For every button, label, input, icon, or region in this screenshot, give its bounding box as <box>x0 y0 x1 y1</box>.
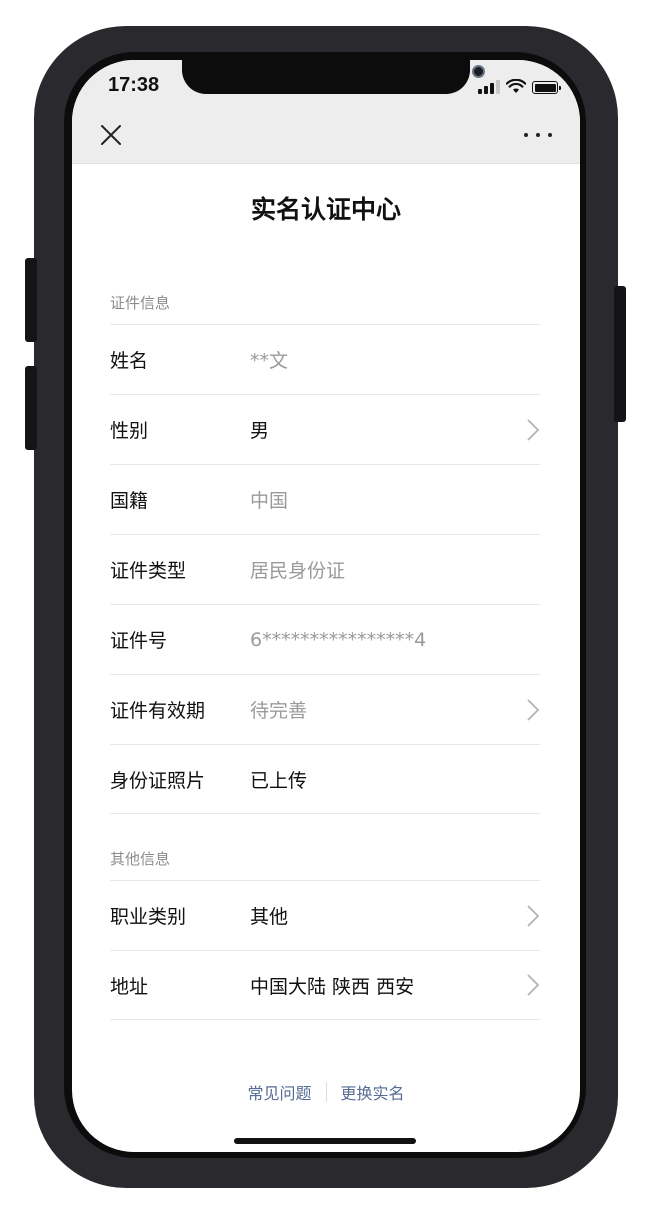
row-label: 姓名 <box>110 350 149 372</box>
screen: 17:38 实名认证中心 证件信息 姓名 **文 性别 男 国籍 中国 证件类型… <box>72 60 580 1152</box>
row-id-type: 证件类型 居民身份证 <box>110 534 540 604</box>
row-id-photo: 身份证照片 已上传 <box>110 744 540 814</box>
row-occupation[interactable]: 职业类别 其他 <box>110 880 540 950</box>
row-label: 证件号 <box>110 630 168 652</box>
more-dot <box>548 133 552 137</box>
section-label-id-info: 证件信息 <box>110 294 171 312</box>
volume-down-button <box>25 366 37 450</box>
signal-icon <box>478 80 500 94</box>
close-icon <box>101 125 121 145</box>
footer-divider <box>325 1082 327 1102</box>
row-value: **文 <box>250 350 289 372</box>
more-button[interactable] <box>524 122 552 148</box>
chevron-right-icon <box>527 974 540 996</box>
home-indicator[interactable] <box>234 1138 416 1144</box>
row-name: 姓名 **文 <box>110 324 540 394</box>
close-button[interactable] <box>98 122 124 148</box>
row-value: 待完善 <box>250 700 308 722</box>
page-title: 实名认证中心 <box>250 195 401 224</box>
row-label: 地址 <box>110 975 149 998</box>
row-address[interactable]: 地址 中国大陆 陕西 西安 <box>110 950 540 1020</box>
status-icons <box>478 78 561 94</box>
id-info-list: 姓名 **文 性别 男 国籍 中国 证件类型 居民身份证 证件号 6******… <box>110 324 540 814</box>
row-value: 6****************4 <box>250 628 427 651</box>
row-gender[interactable]: 性别 男 <box>110 394 540 464</box>
row-label: 性别 <box>110 420 149 442</box>
row-value: 中国大陆 陕西 西安 <box>250 975 415 998</box>
row-label: 身份证照片 <box>110 769 206 792</box>
chevron-right-icon <box>527 904 540 927</box>
more-dot <box>524 133 528 137</box>
row-id-validity[interactable]: 证件有效期 待完善 <box>110 674 540 744</box>
row-label: 国籍 <box>110 490 149 512</box>
wifi-icon <box>506 79 526 93</box>
change-name-link[interactable]: 更换实名 <box>341 1080 405 1104</box>
row-value: 已上传 <box>250 769 308 792</box>
power-button <box>614 286 626 422</box>
faq-link[interactable]: 常见问题 <box>247 1080 311 1104</box>
chevron-right-icon <box>527 698 540 721</box>
volume-up-button <box>25 258 37 342</box>
footer-links: 常见问题 更换实名 <box>72 1080 580 1104</box>
row-id-number: 证件号 6****************4 <box>110 604 540 674</box>
camera-icon <box>472 65 485 78</box>
more-dot <box>536 133 540 137</box>
row-label: 证件有效期 <box>110 700 206 722</box>
row-label: 证件类型 <box>110 560 187 582</box>
battery-icon <box>532 81 561 94</box>
chevron-right-icon <box>527 418 540 441</box>
row-value: 男 <box>250 420 270 442</box>
row-nationality: 国籍 中国 <box>110 464 540 534</box>
status-time: 17:38 <box>108 74 160 96</box>
row-value: 居民身份证 <box>250 560 346 582</box>
notch <box>182 60 485 94</box>
row-value: 其他 <box>250 906 289 928</box>
row-value: 中国 <box>250 490 289 512</box>
other-info-list: 职业类别 其他 地址 中国大陆 陕西 西安 <box>110 880 540 1020</box>
section-label-other-info: 其他信息 <box>110 850 171 868</box>
row-label: 职业类别 <box>110 906 187 928</box>
